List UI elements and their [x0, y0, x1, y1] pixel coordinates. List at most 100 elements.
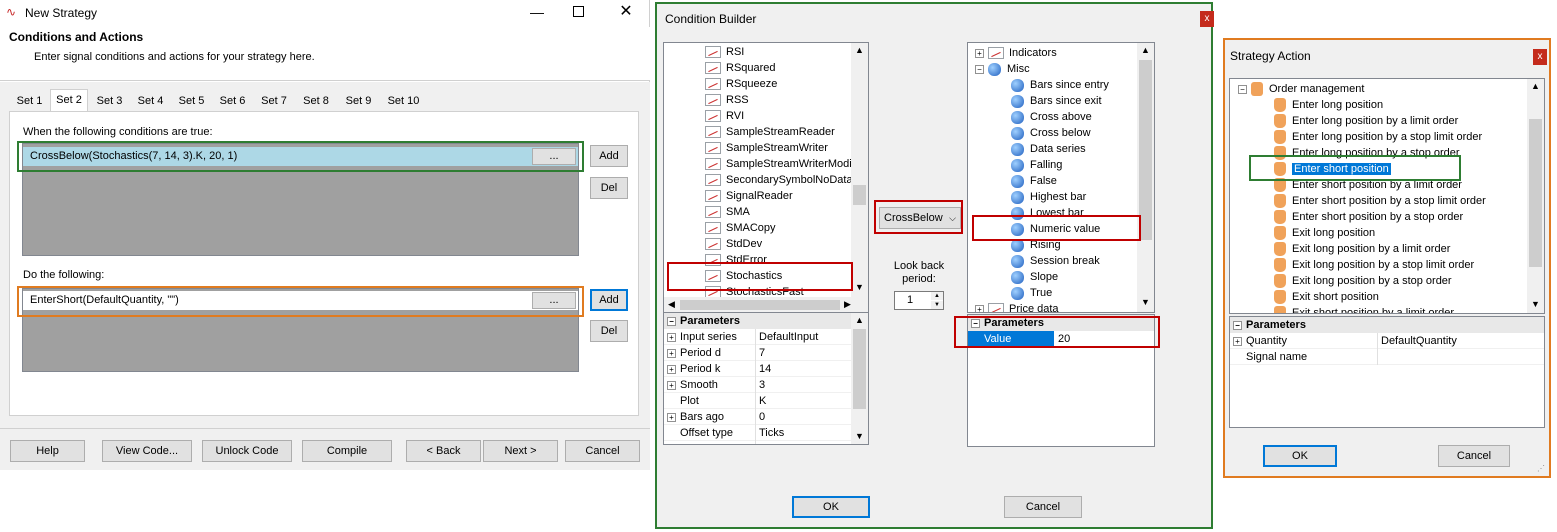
tree-node-misc-item[interactable]: False [1011, 173, 1057, 189]
parameter-value[interactable]: DefaultInput [755, 329, 854, 345]
collapse-icon[interactable]: − [1238, 84, 1247, 94]
tree-node-misc-item[interactable]: Bars since entry [1011, 77, 1109, 93]
tree-node-misc-item[interactable]: Bars since exit [1011, 93, 1102, 109]
add-condition-button[interactable]: Add [590, 145, 628, 167]
tree-node-misc-item[interactable]: Session break [1011, 253, 1100, 269]
parameter-row[interactable]: + Period k 14 [664, 361, 854, 377]
scroll-right-icon[interactable]: ▶ [844, 299, 851, 310]
lookback-spin-down-icon[interactable]: ▼ [931, 301, 943, 309]
expand-icon[interactable]: + [667, 412, 676, 422]
value-tree[interactable]: + Indicators − Misc Bars since entry Bars s… [967, 42, 1155, 313]
expand-icon[interactable]: + [667, 380, 676, 390]
tree-node-misc-item[interactable]: Falling [1011, 157, 1062, 173]
parameter-value[interactable]: 14 [755, 361, 854, 377]
list-item[interactable]: SecondarySymbolNoDataF [705, 172, 859, 188]
tree-node-misc[interactable]: − Misc [975, 61, 1030, 77]
tree-node-price-data[interactable]: + Price data [975, 301, 1059, 312]
expand-icon[interactable]: + [975, 304, 984, 312]
tab-set-10[interactable]: Set 10 [381, 91, 426, 112]
action-scroll-thumb[interactable] [1529, 119, 1542, 267]
delete-condition-button[interactable]: Del [590, 177, 628, 199]
action-item[interactable]: Exit long position [1274, 225, 1375, 241]
minimize-icon[interactable]: — [527, 2, 547, 22]
action-item[interactable]: Exit short position [1274, 289, 1379, 305]
tab-set-7[interactable]: Set 7 [254, 91, 294, 112]
delete-action-button[interactable]: Del [590, 320, 628, 342]
parameter-value[interactable]: Ticks [755, 425, 854, 441]
strategy-action-cancel-button[interactable]: Cancel [1438, 445, 1510, 467]
condition-builder-ok-button[interactable]: OK [792, 496, 870, 518]
expand-icon[interactable]: + [1233, 336, 1242, 346]
action-scroll-up-icon[interactable]: ▲ [1531, 81, 1540, 91]
tree-scroll-up-icon[interactable]: ▲ [1141, 45, 1150, 55]
expand-icon[interactable]: + [667, 332, 676, 342]
action-tree-scrollbar[interactable]: ▲ ▼ [1527, 79, 1544, 313]
hscroll-thumb[interactable] [680, 300, 840, 310]
action-tree[interactable]: − Order management Enter long position Ent… [1229, 78, 1545, 314]
parameter-row[interactable]: Plot K [664, 393, 854, 409]
list-item[interactable]: RSS [705, 92, 749, 108]
compile-button[interactable]: Compile [302, 440, 392, 462]
action-item[interactable]: Exit long position by a stop order [1274, 273, 1452, 289]
list-item[interactable]: StdDev [705, 236, 762, 252]
close-icon[interactable]: ✕ [618, 2, 634, 22]
action-parameter-row[interactable]: Signal name [1230, 349, 1544, 365]
action-item[interactable]: Exit long position by a stop limit order [1274, 257, 1474, 273]
add-action-button[interactable]: Add [590, 289, 628, 311]
tab-set-1[interactable]: Set 1 [11, 91, 48, 112]
tab-set-5[interactable]: Set 5 [172, 91, 211, 112]
parameter-row[interactable]: + Period d 7 [664, 345, 854, 361]
parameter-row[interactable]: + Input series DefaultInput [664, 329, 854, 345]
list-item[interactable]: SMA [705, 204, 750, 220]
view-code-button[interactable]: View Code... [102, 440, 192, 462]
back-button[interactable]: < Back [406, 440, 481, 462]
next-button[interactable]: Next > [483, 440, 558, 462]
collapse-icon[interactable]: − [667, 316, 676, 326]
list-item[interactable]: SignalReader [705, 188, 793, 204]
tree-node-misc-item[interactable]: True [1011, 285, 1052, 301]
params-scroll-up-icon[interactable]: ▲ [855, 315, 864, 325]
expand-icon[interactable]: + [667, 348, 676, 358]
action-item[interactable]: Exit short position by a limit order [1274, 305, 1454, 313]
list-item[interactable]: SMACopy [705, 220, 776, 236]
indicator-list-scrollbar[interactable]: ▲ ▼ [851, 43, 868, 297]
tab-set-8[interactable]: Set 8 [296, 91, 336, 112]
strategy-action-ok-button[interactable]: OK [1263, 445, 1337, 467]
action-item[interactable]: Enter short position by a stop order [1274, 209, 1463, 225]
tab-set-6[interactable]: Set 6 [213, 91, 252, 112]
parameter-row[interactable]: + Bars ago 0 [664, 409, 854, 425]
expand-icon[interactable]: + [975, 48, 984, 58]
maximize-icon[interactable] [573, 6, 584, 17]
action-item[interactable]: Enter long position [1274, 97, 1383, 113]
action-parameter-row[interactable]: + Quantity DefaultQuantity [1230, 333, 1544, 349]
list-item[interactable]: RVI [705, 108, 744, 124]
condition-builder-cancel-button[interactable]: Cancel [1004, 496, 1082, 518]
lookback-spin-up-icon[interactable]: ▲ [931, 292, 943, 300]
parameter-value[interactable]: 3 [755, 377, 854, 393]
tab-set-9[interactable]: Set 9 [338, 91, 379, 112]
action-item[interactable]: Enter long position by a limit order [1274, 113, 1458, 129]
parameter-row[interactable]: +Offset0 [664, 441, 854, 444]
params-scroll-thumb[interactable] [853, 329, 866, 409]
list-item[interactable]: RSI [705, 44, 744, 60]
parameter-value[interactable]: 7 [755, 345, 854, 361]
scroll-left-icon[interactable]: ◀ [668, 299, 675, 310]
list-item[interactable]: SampleStreamWriterModifie [705, 156, 863, 172]
action-parameters-grid[interactable]: − Parameters + Quantity DefaultQuantity Sign… [1229, 316, 1545, 428]
parameter-row[interactable]: Offset type Ticks [664, 425, 854, 441]
action-parameter-value[interactable]: DefaultQuantity [1377, 333, 1544, 349]
params-scrollbar[interactable]: ▲ ▼ [851, 313, 868, 444]
collapse-icon[interactable]: − [975, 64, 984, 74]
indicator-parameters-grid[interactable]: − Parameters + Input series DefaultInput + Pe… [663, 312, 869, 445]
scroll-thumb[interactable] [853, 185, 866, 205]
tab-set-4[interactable]: Set 4 [131, 91, 170, 112]
indicator-list-hscrollbar[interactable]: ◀ ▶ [664, 297, 868, 312]
scroll-down-icon[interactable]: ▼ [855, 282, 864, 292]
tree-node-misc-item[interactable]: Cross above [1011, 109, 1092, 125]
collapse-icon[interactable]: − [1233, 320, 1242, 330]
tree-scroll-thumb[interactable] [1139, 60, 1152, 240]
action-parameter-value[interactable] [1377, 349, 1544, 365]
tab-set-3[interactable]: Set 3 [90, 91, 129, 112]
tree-node-misc-item[interactable]: Highest bar [1011, 189, 1086, 205]
tree-node-misc-item[interactable]: Data series [1011, 141, 1086, 157]
